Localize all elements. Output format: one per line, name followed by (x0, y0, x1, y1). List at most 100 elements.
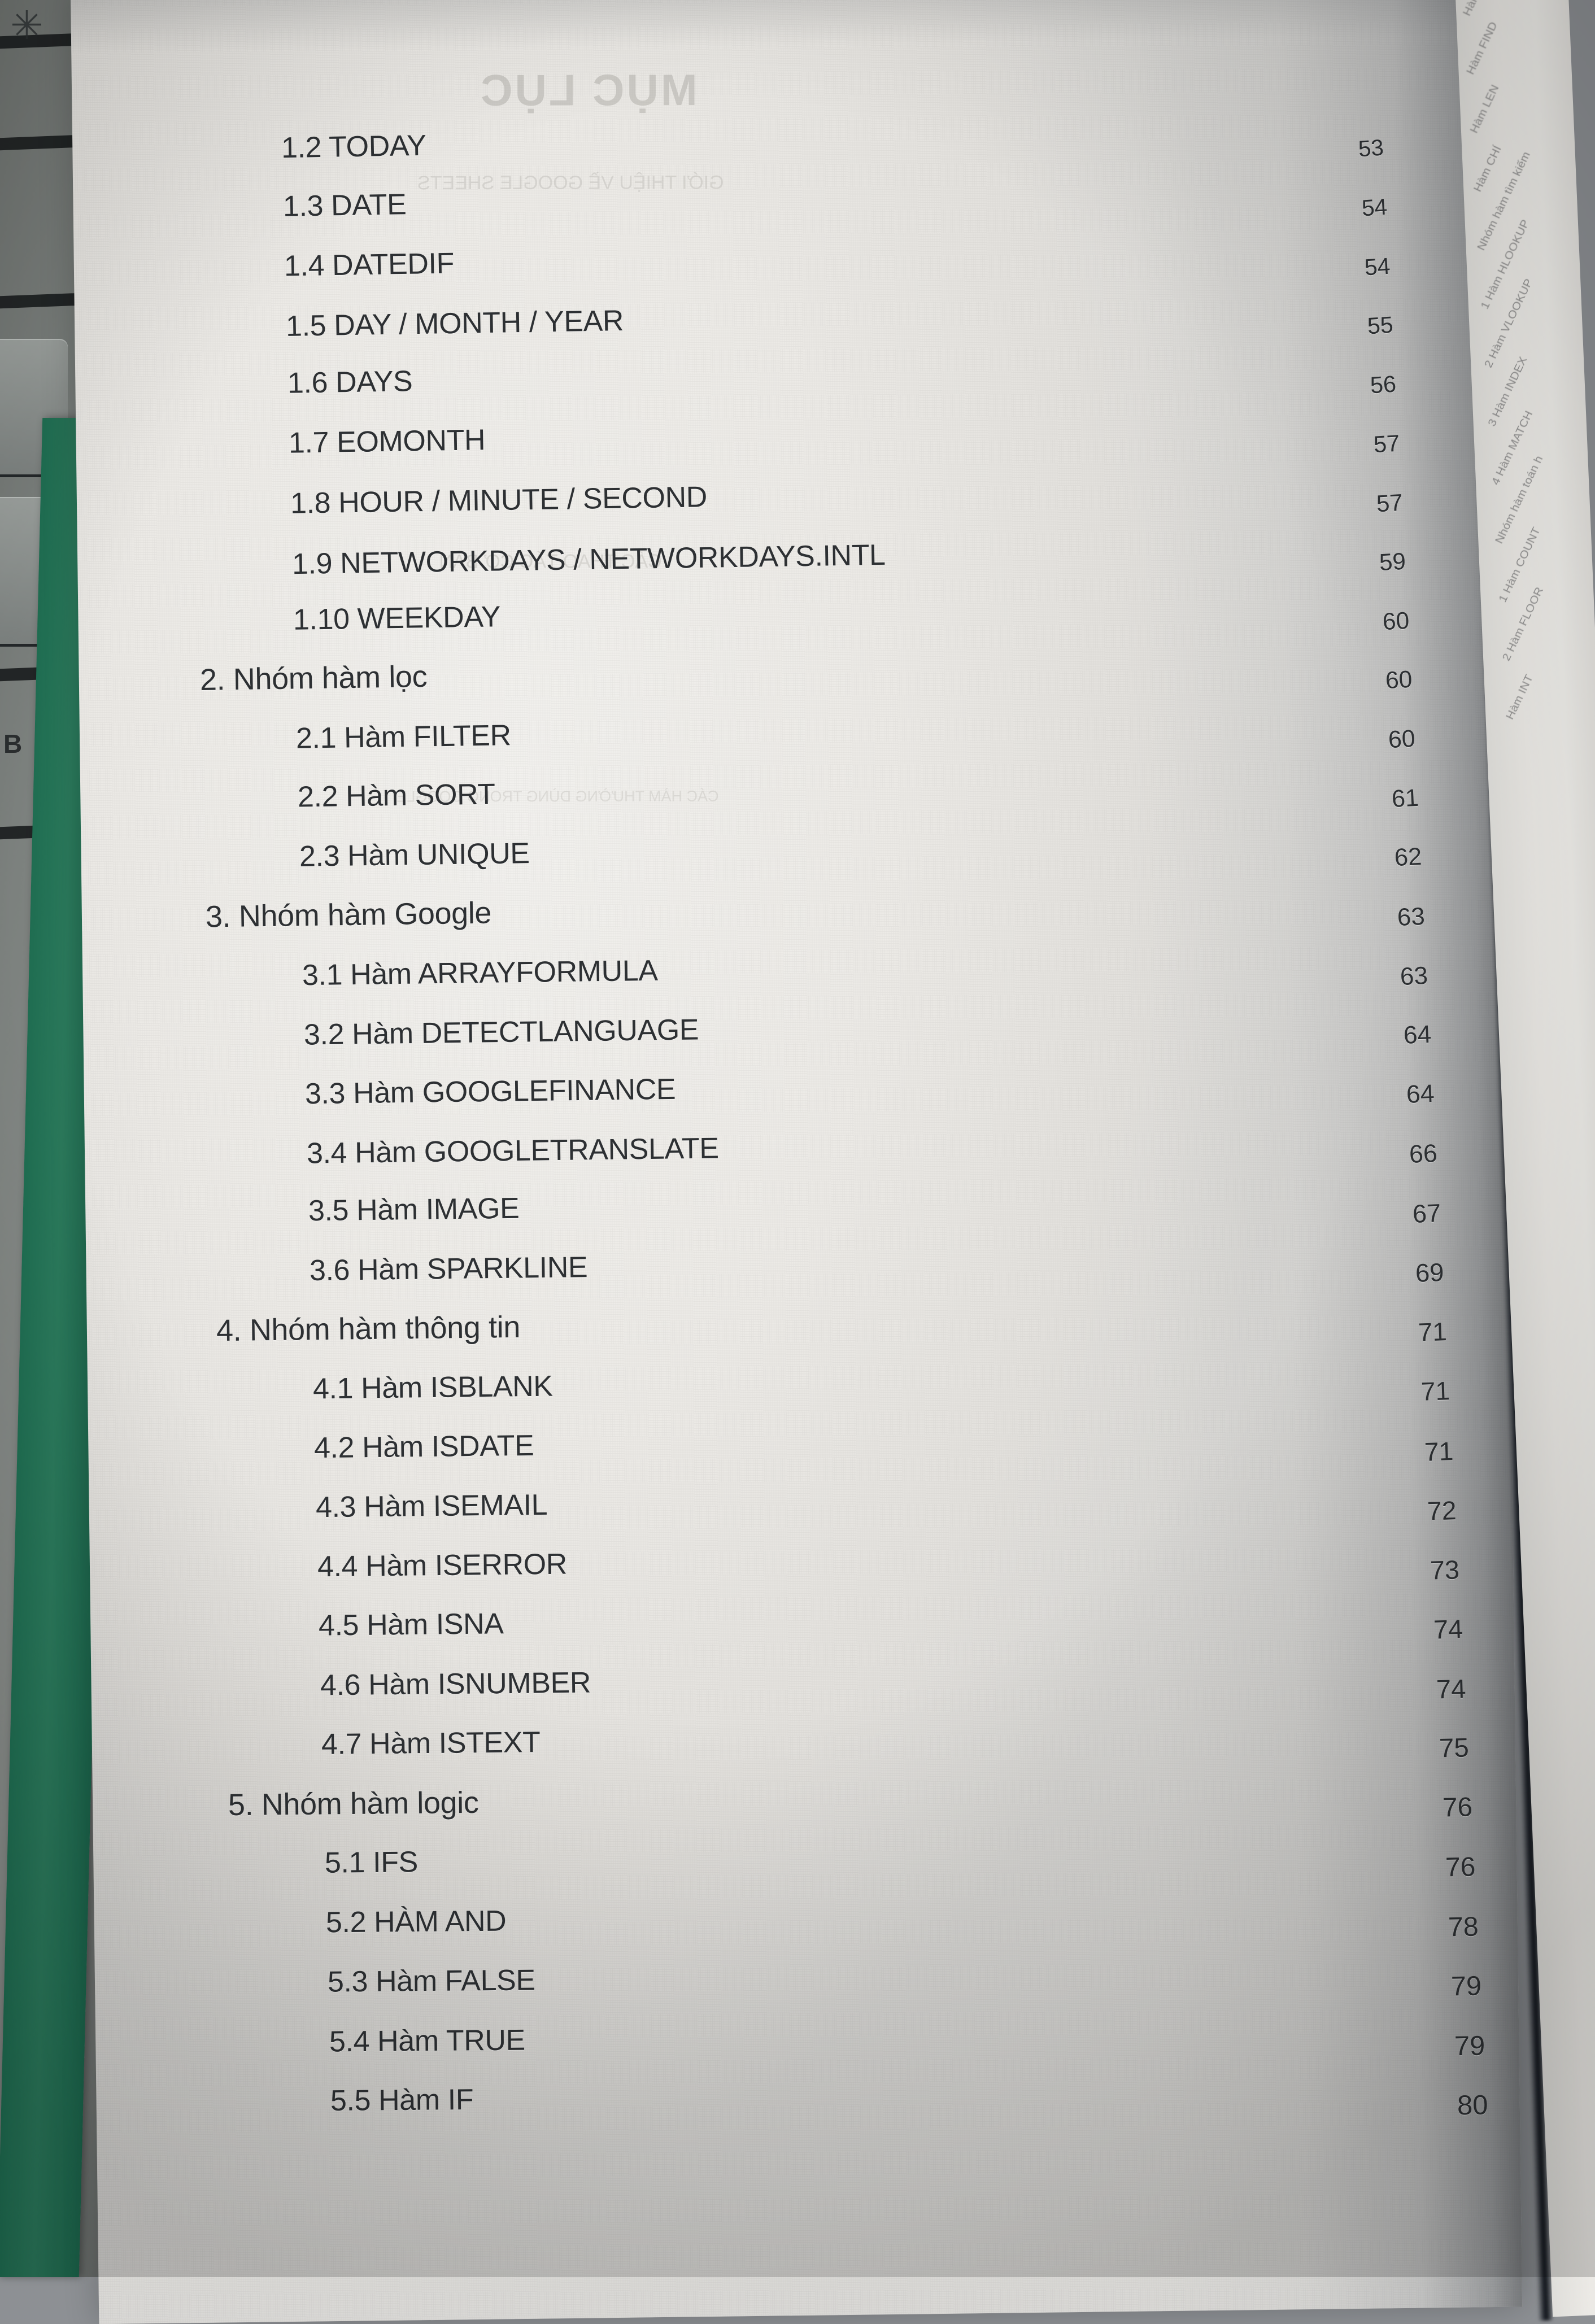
toc-page-number: 74 (1436, 1673, 1467, 1704)
toc-entry-label: 3.2 Hàm DETECTLANGUAGE (303, 1013, 699, 1052)
toc-page-number: 64 (1402, 1021, 1432, 1050)
toc-entry-label: 4.3 Hàm ISEMAIL (315, 1488, 548, 1524)
toc-entry[interactable]: 5. Nhóm hàm logic (228, 1785, 479, 1822)
toc-entry[interactable]: 4.3 Hàm ISEMAIL (316, 1488, 548, 1524)
toc-page-number: 60 (1384, 666, 1413, 695)
toc-page-number: 56 (1370, 370, 1397, 398)
toc-page-number: 63 (1400, 961, 1429, 991)
toc-entry-label: 3.3 Hàm GOOGLEFINANCE (304, 1072, 676, 1111)
toc-entry[interactable]: 1.8 HOUR / MINUTE / SECOND (290, 481, 707, 521)
toc-page-number: 62 (1393, 843, 1423, 872)
toc-page-number: 71 (1420, 1376, 1451, 1406)
toc-entry-label: 1.9 NETWORKDAYS / NETWORKDAYS.INTL (291, 538, 886, 581)
toc-entry[interactable]: 5.2 HÀM AND (326, 1904, 507, 1940)
toc-entry[interactable]: 5.5 Hàm IF (330, 2083, 474, 2118)
toc-entry-label: 1.10 WEEKDAY (293, 600, 501, 637)
toc-entry-label: 1.6 DAYS (287, 365, 413, 400)
toc-page-number: 76 (1441, 1792, 1473, 1824)
facing-page-line: Hàm FIND (1464, 20, 1500, 77)
toc-page-number: 60 (1387, 725, 1417, 754)
toc-entry-label: 2.1 Hàm FILTER (296, 718, 512, 755)
toc-entry[interactable]: 1.4 DATEDIF (284, 246, 455, 283)
facing-page-line: Hàm CHỈ (1471, 143, 1504, 194)
toc-page-number: 53 (1357, 134, 1385, 162)
toc-entry-label: 3.4 Hàm GOOGLETRANSLATE (306, 1131, 719, 1170)
toc-entry-label: 4.6 Hàm ISNUMBER (320, 1666, 591, 1702)
toc-entry-label: 3.6 Hàm SPARKLINE (309, 1251, 588, 1288)
toc-page-number: 80 (1457, 2090, 1488, 2121)
toc-entry-label: 1.4 DATEDIF (284, 247, 455, 283)
toc-page-number: 54 (1363, 252, 1391, 281)
toc-entry[interactable]: 3.5 Hàm IMAGE (308, 1192, 519, 1228)
toc-entry[interactable]: 3.2 Hàm DETECTLANGUAGE (303, 1013, 699, 1052)
toc-entry[interactable]: 1.3 DATE (282, 188, 406, 224)
toc-entry-label: 1.7 EOMONTH (288, 424, 486, 460)
toc-page-number: 57 (1375, 489, 1404, 517)
toc-entry-label: 2.3 Hàm UNIQUE (299, 836, 530, 873)
toc-entry[interactable]: 3.1 Hàm ARRAYFORMULA (302, 954, 658, 992)
toc-entry-label: 1.8 HOUR / MINUTE / SECOND (290, 481, 708, 521)
toc-entry[interactable]: 5.1 IFS (324, 1845, 417, 1880)
toc-entry-label: 3. Nhóm hàm Google (206, 896, 492, 934)
toc-entry[interactable]: 3. Nhóm hàm Google (206, 895, 492, 934)
toc-entry-label: 5.2 HÀM AND (326, 1904, 507, 1939)
facing-page-line: Hàm SEARCH (1461, 0, 1506, 18)
toc-entry[interactable]: 2. Nhóm hàm lọc (199, 659, 427, 697)
toc-entry[interactable]: 1.2 TODAY (281, 129, 427, 165)
toc-page-number: 66 (1409, 1139, 1439, 1169)
toc-entry-label: 5. Nhóm hàm logic (228, 1785, 479, 1822)
table-of-contents: 1.2 TODAY 1.3 DATE 53 1.4 DATEDIF 54 1.5 DAY … (0, 0, 1595, 2277)
toc-page-number: 79 (1454, 2030, 1485, 2061)
toc-page-number: 71 (1418, 1316, 1448, 1347)
toc-entry-label: 4.4 Hàm ISERROR (317, 1547, 567, 1584)
toc-entry[interactable]: 4.2 Hàm ISDATE (314, 1429, 534, 1465)
toc-page-number: 60 (1382, 607, 1410, 635)
toc-entry-label: 1.3 DATE (282, 188, 407, 224)
toc-entry-label: 5.4 Hàm TRUE (329, 2024, 525, 2058)
toc-page-number: 74 (1432, 1614, 1463, 1645)
toc-entry[interactable]: 3.4 Hàm GOOGLETRANSLATE (307, 1131, 719, 1170)
toc-entry[interactable]: 4.7 Hàm ISTEXT (321, 1726, 541, 1762)
toc-entry[interactable]: 5.3 Hàm FALSE (328, 1964, 535, 1999)
toc-entry-label: 1.2 TODAY (281, 129, 427, 165)
toc-entry[interactable]: 4.4 Hàm ISERROR (317, 1547, 567, 1584)
toc-page-number: 69 (1414, 1258, 1445, 1288)
toc-entry[interactable]: 2.1 Hàm FILTER (296, 718, 511, 756)
toc-entry[interactable]: 1.10 WEEKDAY (293, 600, 501, 638)
toc-entry-label: 2. Nhóm hàm lọc (199, 659, 428, 697)
toc-page-number: 67 (1411, 1198, 1441, 1228)
toc-entry[interactable]: 1.5 DAY / MONTH / YEAR (285, 304, 624, 343)
toc-entry-label: 4.7 Hàm ISTEXT (321, 1726, 541, 1761)
toc-entry[interactable]: 4.5 Hàm ISNA (319, 1607, 504, 1643)
toc-entry-label: 1.5 DAY / MONTH / YEAR (285, 304, 624, 343)
toc-entry-label: 2.2 Hàm SORT (297, 778, 496, 814)
toc-entry[interactable]: 1.6 DAYS (287, 365, 412, 401)
facing-page-line: Hàm LEN (1468, 82, 1502, 136)
toc-entry-label: 4. Nhóm hàm thông tin (216, 1310, 521, 1348)
toc-entry-label: 3.1 Hàm ARRAYFORMULA (302, 954, 659, 992)
toc-entry[interactable]: 3.3 Hàm GOOGLEFINANCE (305, 1072, 676, 1111)
toc-entry-label: 5.1 IFS (324, 1846, 418, 1880)
toc-page-number: 61 (1391, 784, 1419, 813)
toc-page-number: 79 (1450, 1970, 1482, 2002)
toc-entry[interactable]: 4. Nhóm hàm thông tin (216, 1310, 521, 1348)
toc-entry[interactable]: 4.1 Hàm ISBLANK (312, 1370, 552, 1406)
toc-page-number: 59 (1379, 547, 1407, 576)
toc-page-number: 54 (1361, 193, 1388, 221)
toc-entry[interactable]: 2.2 Hàm SORT (298, 778, 496, 814)
toc-entry[interactable]: 4.6 Hàm ISNUMBER (320, 1666, 591, 1703)
toc-page-number: 76 (1445, 1852, 1476, 1883)
toc-page-number: 75 (1439, 1733, 1470, 1764)
toc-entry[interactable]: 5.4 Hàm TRUE (329, 2023, 525, 2059)
toc-entry[interactable]: 1.9 NETWORKDAYS / NETWORKDAYS.INTL (291, 538, 885, 581)
toc-entry[interactable]: 2.3 Hàm UNIQUE (299, 836, 529, 874)
toc-entry-label: 4.1 Hàm ISBLANK (312, 1370, 553, 1406)
toc-entry-label: 4.5 Hàm ISNA (318, 1607, 504, 1642)
toc-page-number: 78 (1448, 1911, 1479, 1943)
toc-entry[interactable]: 1.7 EOMONTH (289, 423, 486, 460)
toc-entry-label: 5.5 Hàm IF (330, 2083, 474, 2117)
toc-page-number: 64 (1405, 1080, 1435, 1109)
toc-entry[interactable]: 3.6 Hàm SPARKLINE (310, 1250, 588, 1288)
toc-entry-label: 4.2 Hàm ISDATE (313, 1429, 534, 1465)
toc-page-number: 71 (1423, 1436, 1454, 1467)
